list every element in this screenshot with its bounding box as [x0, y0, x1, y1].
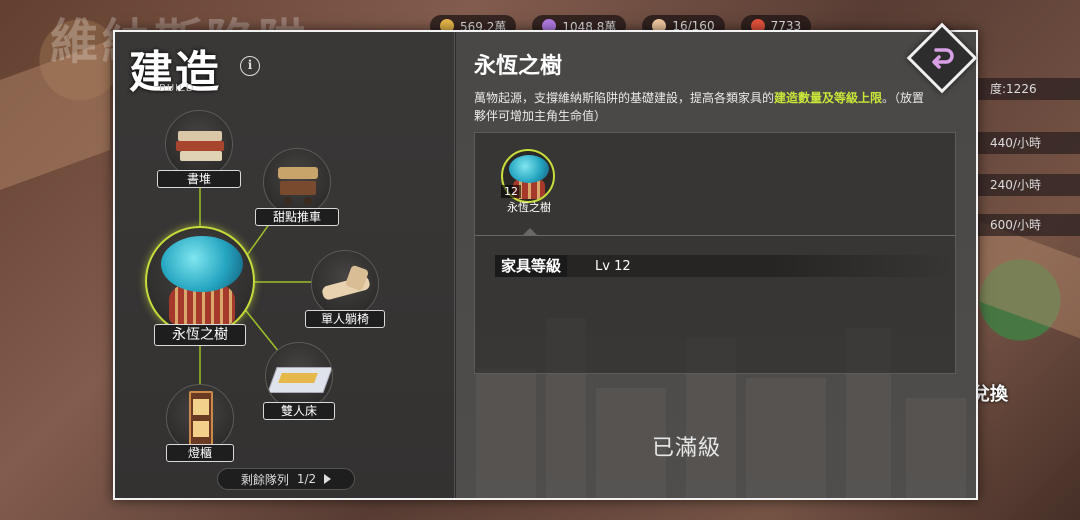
- back-button[interactable]: [906, 22, 978, 94]
- node-label: 燈櫃: [166, 444, 234, 462]
- item-count: 12: [501, 185, 521, 198]
- side-stat: 度:1226: [970, 78, 1080, 100]
- side-stat: 440/小時: [970, 132, 1080, 154]
- level-label: 家具等級: [495, 255, 568, 277]
- detail-title: 永恆之樹: [474, 54, 563, 79]
- lounge-chair-icon: [311, 250, 379, 318]
- divider: [475, 235, 955, 236]
- queue-indicator[interactable]: 剩餘隊列 1/2: [217, 468, 355, 490]
- queue-value: 1/2: [296, 472, 317, 486]
- node-label: 甜點推車: [255, 208, 339, 226]
- book-pile-icon: [165, 110, 233, 178]
- level-value: Lv 12: [595, 258, 631, 274]
- build-panel: 建造 BUILD i 書堆 甜點推車 永恆之樹 單人躺椅 雙人床 燈櫃 剩餘隊列…: [113, 30, 978, 500]
- description-highlight: 建造數量及等級上限: [774, 91, 883, 105]
- build-tree-pane: 建造 BUILD i 書堆 甜點推車 永恆之樹 單人躺椅 雙人床 燈櫃 剩餘隊列…: [115, 32, 455, 498]
- node-double-bed[interactable]: 雙人床: [263, 342, 335, 420]
- back-arrow-icon: [932, 48, 954, 69]
- lamp-cabinet-icon: [166, 384, 234, 452]
- node-dessert-cart[interactable]: 甜點推車: [255, 148, 339, 226]
- node-label: 書堆: [157, 170, 241, 188]
- side-stat: 240/小時: [970, 174, 1080, 196]
- dessert-cart-icon: [263, 148, 331, 216]
- item-name: 永恆之樹: [507, 201, 551, 214]
- furniture-level-row: 家具等級 Lv 12: [495, 255, 955, 277]
- queue-label: 剩餘隊列: [240, 472, 289, 487]
- node-label: 單人躺椅: [305, 310, 385, 328]
- selection-caret-icon: [523, 228, 537, 235]
- node-label: 雙人床: [263, 402, 335, 420]
- node-lamp-cabinet[interactable]: 燈櫃: [166, 384, 234, 462]
- node-eternal-tree[interactable]: 永恆之樹: [145, 226, 255, 346]
- queue-next-arrow-icon[interactable]: [324, 474, 332, 484]
- eternal-tree-icon: [145, 226, 255, 336]
- side-stat: 600/小時: [970, 214, 1080, 236]
- double-bed-icon: [265, 342, 333, 410]
- detail-description: 萬物起源，支撐維納斯陷阱的基礎建設，提高各類家具的建造數量及等級上限。（放置夥伴…: [474, 91, 925, 123]
- node-lounge-chair[interactable]: 單人躺椅: [305, 250, 385, 328]
- detail-box: 12 永恆之樹 家具等級 Lv 12: [474, 132, 956, 374]
- node-label: 永恆之樹: [154, 324, 246, 346]
- detail-pane: 永恆之樹 萬物起源，支撐維納斯陷阱的基礎建設，提高各類家具的建造數量及等級上限。…: [456, 32, 976, 498]
- max-level-status: 已滿級: [652, 436, 722, 461]
- node-book-pile[interactable]: 書堆: [157, 110, 241, 188]
- unlock-items: 12 永恆之樹: [475, 133, 955, 235]
